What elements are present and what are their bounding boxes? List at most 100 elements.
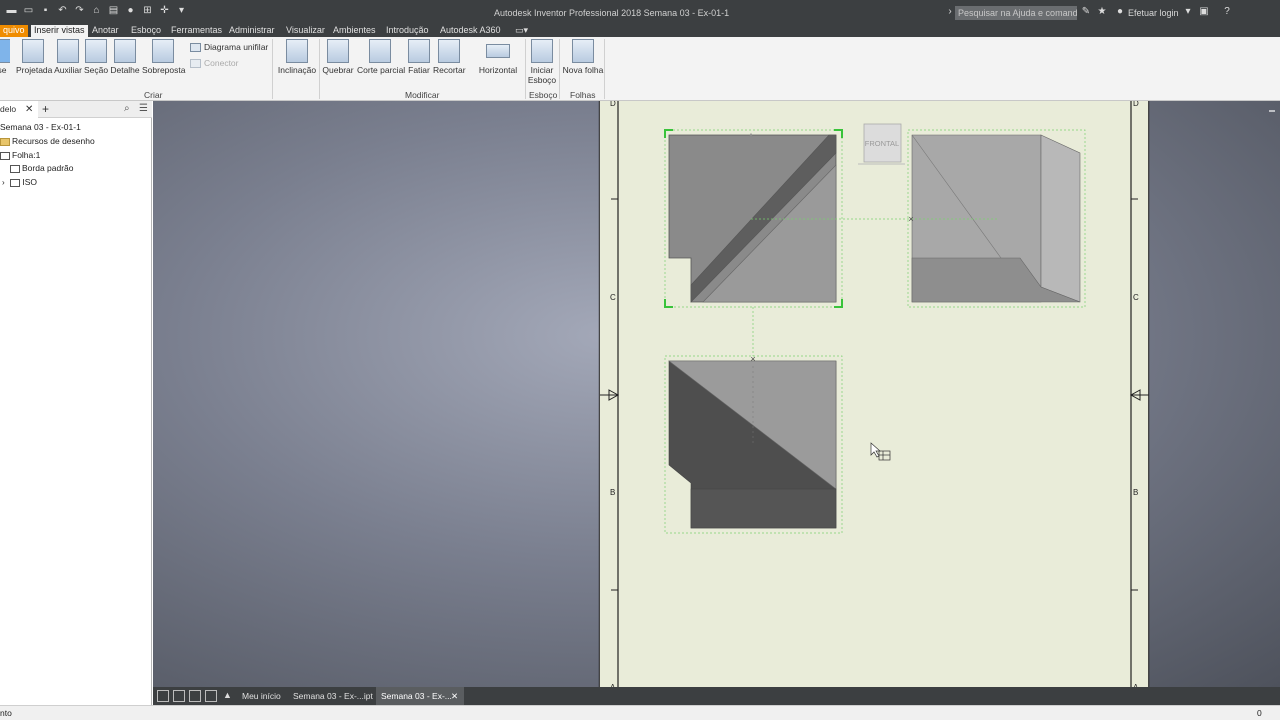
overlay-view-button[interactable]: Sobreposta [142,39,185,75]
close-icon[interactable]: ✕ [451,687,458,705]
browser-tab-model[interactable]: delo ✕ [0,101,38,118]
crop-button[interactable]: Recortar [433,39,466,75]
close-icon[interactable]: ✕ [25,101,33,118]
expand-icon[interactable]: › [2,178,8,187]
doc-tab-home[interactable]: Meu início [237,687,286,705]
search-help-icon[interactable]: ✎ [1080,6,1092,18]
doc-tab-part[interactable]: Semana 03 - Ex-...ipt [288,687,378,705]
arrange-up-icon[interactable]: ▲ [223,690,232,700]
ribbon: se Projetada Auxiliar Seção Detalhe Sobr… [0,37,1280,101]
section-view-button[interactable]: Seção [84,39,108,75]
quick-access-toolbar: ▬ ▭ ▪ ↶ ↷ ⌂ ▤ ● ⊞ ✛ ▾ [6,5,187,16]
base-view[interactable] [668,134,837,303]
slope-button[interactable]: Inclinação [277,39,317,75]
help-icon[interactable]: ? [1221,6,1233,18]
save-icon[interactable]: ▪ [40,5,51,16]
panel-label-create: Criar [144,90,163,100]
sheet-icon [0,151,10,160]
favorites-icon[interactable]: ★ [1096,6,1108,18]
graphics-viewport[interactable]: D C B A D C B A ▴ [153,101,1280,687]
tree-item-document[interactable]: Semana 03 - Ex-01-1 [0,122,81,132]
horizontal-button[interactable]: Horizontal [478,39,518,75]
section-view-icon [85,39,107,63]
tree-item-sheet[interactable]: Folha:1 [0,150,40,160]
select-icon[interactable]: ✛ [159,5,170,16]
measure-icon[interactable]: ⊞ [142,5,153,16]
break-out-button[interactable]: Corte parcial [357,39,405,75]
tab-a360[interactable]: Autodesk A360 [437,25,504,37]
open-icon[interactable]: ▭ [23,5,34,16]
alignment-marker: × [908,214,913,224]
undo-icon[interactable]: ↶ [57,5,68,16]
view-cube[interactable]: FRONTAL [858,123,905,165]
zone-letter: C [610,293,616,302]
tab-sketch[interactable]: Esboço [128,25,164,37]
app-window: ▬ ▭ ▪ ↶ ↷ ⌂ ▤ ● ⊞ ✛ ▾ Autodesk Inventor … [0,0,1280,720]
sign-in-link[interactable]: Efetuar login [1118,8,1179,18]
browser-header: delo ✕ + ⌕ ☰ [0,101,152,118]
doc-tab-drawing[interactable]: Semana 03 - Ex-... ✕ [376,687,464,705]
ribbon-tabs: quivo Inserir vistas Anotar Esboço Ferra… [0,25,1280,37]
folder-icon [0,137,10,146]
menu-icon[interactable]: ☰ [139,103,148,114]
print-icon[interactable]: ▤ [108,5,119,16]
start-sketch-button[interactable]: Iniciar Esboço [527,39,557,85]
tab-annotate[interactable]: Anotar [89,25,122,37]
view-cube-label: FRONTAL [865,139,899,148]
tab-manage[interactable]: Administrar [226,25,278,37]
ribbon-options-icon[interactable]: ▭▾ [512,25,531,37]
connector-button[interactable]: Conector [190,58,239,69]
tree-item-title-block[interactable]: › ISO [2,177,37,187]
home-icon[interactable]: ⌂ [91,5,102,16]
new-sheet-button[interactable]: Nova folha [562,39,604,75]
break-button[interactable]: Quebrar [322,39,354,75]
slice-button[interactable]: Fatiar [407,39,431,75]
detail-view-button[interactable]: Detalhe [110,39,140,75]
cart-icon[interactable]: ▣ [1198,6,1210,18]
projected-view-icon [22,39,44,63]
tab-view[interactable]: Visualizar [283,25,328,37]
tab-place-views[interactable]: Inserir vistas [31,25,88,37]
tab-tools[interactable]: Ferramentas [168,25,225,37]
cascade-icon[interactable] [157,690,169,702]
right-projected-view[interactable] [907,129,1086,308]
customize-icon[interactable]: ▾ [176,5,187,16]
redo-icon[interactable]: ↷ [74,5,85,16]
tab-file[interactable]: quivo [0,25,28,37]
new-icon[interactable]: ▬ [6,5,17,16]
panel-label-sheets: Folhas [570,90,596,100]
tile-horizontal-icon[interactable] [189,690,201,702]
border-icon [10,164,20,173]
tab-environments[interactable]: Ambientes [330,25,379,37]
connector-icon [190,59,201,69]
tab-get-started[interactable]: Introdução [383,25,432,37]
single-line-diagram-button[interactable]: Diagrama unifilar [190,42,268,53]
panel-separator [559,39,560,99]
tree-item-drawing-resources[interactable]: Recursos de desenho [0,136,95,146]
search-icon[interactable]: ⌕ [124,103,130,114]
login-dropdown-icon[interactable]: ▾ [1182,6,1194,18]
auxiliary-view-button[interactable]: Auxiliar [53,39,83,75]
help-search-input[interactable]: Pesquisar na Ajuda e comandos... [955,6,1077,20]
base-view-button[interactable]: se [0,39,10,75]
projected-view-button[interactable]: Projetada [16,39,52,75]
drawing-canvas[interactable]: D C B A D C B A ▴ [153,101,1280,687]
status-text: nto [0,708,12,718]
bottom-projected-view[interactable] [664,355,843,534]
title-block-icon [10,178,21,187]
tile-vertical-icon[interactable] [205,690,217,702]
panel-separator [319,39,320,99]
tile-icon[interactable] [173,690,185,702]
slope-icon [286,39,308,63]
break-icon [327,39,349,63]
diagram-icon [190,43,201,53]
zone-letter: D [1133,101,1139,108]
status-count: 0 [1257,708,1262,718]
document-tab-bar: ▲ Meu início Semana 03 - Ex-...ipt Seman… [153,687,1280,705]
centering-arrow-right [1129,389,1149,401]
add-tab-icon[interactable]: + [42,102,49,116]
model-browser: delo ✕ + ⌕ ☰ Semana 03 - Ex-01-1 Recurso… [0,101,152,705]
tree-item-border[interactable]: Borda padrão [10,163,74,173]
update-icon[interactable]: ● [125,5,136,16]
zone-letter: C [1133,293,1139,302]
